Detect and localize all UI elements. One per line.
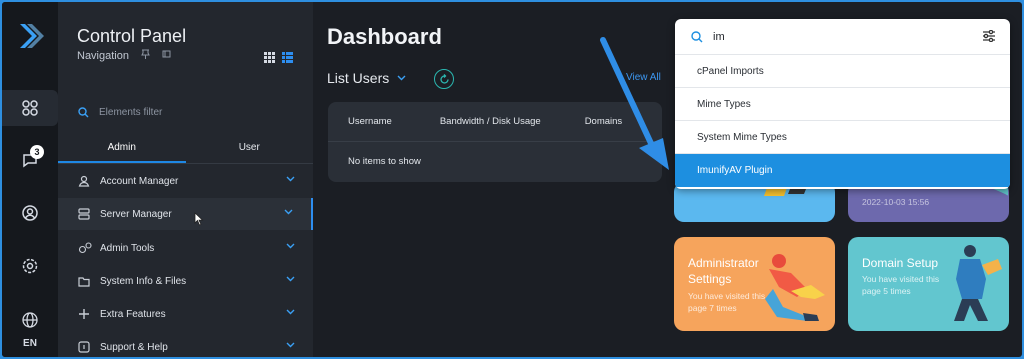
search-icon: [691, 30, 703, 42]
menu-label: System Info & Files: [100, 275, 187, 287]
settings-rail-button[interactable]: [2, 248, 58, 284]
menu-label: Account Manager: [100, 175, 179, 187]
filter-settings-icon[interactable]: [982, 30, 996, 42]
menu-server-manager[interactable]: Server Manager: [58, 198, 313, 230]
menu-extra-features[interactable]: Extra Features: [58, 298, 313, 330]
search-result-item[interactable]: Mime Types: [675, 88, 1010, 121]
person-illustration: [954, 245, 1002, 321]
grid-icon: [22, 100, 38, 116]
search-result-item[interactable]: cPanel Imports: [675, 55, 1010, 88]
language-label[interactable]: EN: [2, 338, 58, 349]
menu-system-info[interactable]: System Info & Files: [58, 265, 313, 297]
chevron-down-icon: [286, 276, 295, 282]
chevron-down-icon: [397, 75, 406, 81]
pin-icon[interactable]: [141, 49, 150, 59]
chevron-down-icon: [286, 342, 295, 348]
gears-icon: [78, 242, 92, 254]
messages-rail-button[interactable]: 3: [2, 142, 58, 178]
search-result-item[interactable]: System Mime Types: [675, 121, 1010, 154]
panel-toggle-icon[interactable]: [162, 49, 171, 59]
plus-icon: [79, 309, 89, 319]
search-result-selected[interactable]: ImunifyAV Plugin: [675, 154, 1010, 187]
user-icon: [78, 175, 90, 187]
logo-icon[interactable]: [16, 22, 44, 50]
panel-title: Control Panel: [77, 26, 187, 46]
help-icon: [78, 341, 90, 353]
menu-label: Server Manager: [100, 208, 172, 220]
annotation-arrow: [600, 37, 669, 170]
menu-account-manager[interactable]: Account Manager: [58, 165, 313, 197]
globe-icon: [22, 312, 38, 328]
column-username[interactable]: Username: [348, 116, 392, 127]
menu-label: Extra Features: [100, 308, 166, 320]
menu-label: Admin Tools: [100, 242, 155, 254]
chevron-down-icon: [286, 243, 295, 249]
pin-icons: [141, 49, 171, 59]
app-window: 3 EN Control Panel Navigation Elements f…: [2, 2, 1022, 357]
icon-rail: 3 EN: [2, 2, 58, 357]
refresh-icon: [439, 73, 449, 84]
panel-subtitle: Navigation: [77, 50, 129, 62]
list-view-icon[interactable]: [282, 52, 293, 63]
person-illustration: [765, 254, 825, 321]
chevron-down-icon: [284, 209, 293, 215]
list-users-dropdown[interactable]: List Users: [327, 70, 406, 86]
chevron-down-icon: [286, 309, 295, 315]
card-title: Domain Setup: [862, 256, 939, 270]
search-bar: [675, 19, 1010, 55]
folder-icon: [78, 276, 90, 287]
notification-badge: 3: [30, 145, 44, 159]
elements-filter[interactable]: Elements filter: [58, 98, 313, 126]
menu-label: Support & Help: [100, 341, 168, 353]
search-input[interactable]: [713, 30, 953, 43]
page-title: Dashboard: [327, 24, 442, 49]
role-tabs: Admin User: [58, 136, 313, 164]
dashboard-rail-button[interactable]: [2, 90, 58, 126]
search-dropdown: cPanel Imports Mime Types System Mime Ty…: [675, 19, 1010, 189]
refresh-button[interactable]: [434, 69, 454, 89]
tab-admin[interactable]: Admin: [58, 136, 186, 163]
column-bandwidth[interactable]: Bandwidth / Disk Usage: [440, 116, 541, 127]
menu-support-help[interactable]: Support & Help: [58, 331, 313, 357]
gear-icon: [22, 258, 38, 274]
card-administrator-settings[interactable]: Administrator Settings You have visited …: [674, 237, 835, 331]
profile-rail-button[interactable]: [2, 195, 58, 231]
server-icon: [78, 208, 90, 220]
search-icon: [78, 106, 89, 117]
card-date: 2022-10-03 15:56: [862, 197, 930, 207]
menu-admin-tools[interactable]: Admin Tools: [58, 232, 313, 264]
user-circle-icon: [22, 205, 38, 221]
mouse-cursor-icon: [194, 212, 204, 226]
filter-placeholder: Elements filter: [99, 106, 163, 118]
grid-view-icon[interactable]: [264, 52, 275, 63]
card-description: You have visited this page 5 times: [862, 274, 940, 296]
list-users-label: List Users: [327, 70, 390, 86]
tab-user[interactable]: User: [186, 136, 314, 163]
navigation-panel: Control Panel Navigation Elements filter…: [58, 2, 313, 357]
card-domain-setup[interactable]: Domain Setup You have visited this page …: [848, 237, 1009, 331]
chevron-down-icon: [286, 176, 295, 182]
language-rail-button[interactable]: [2, 302, 58, 338]
